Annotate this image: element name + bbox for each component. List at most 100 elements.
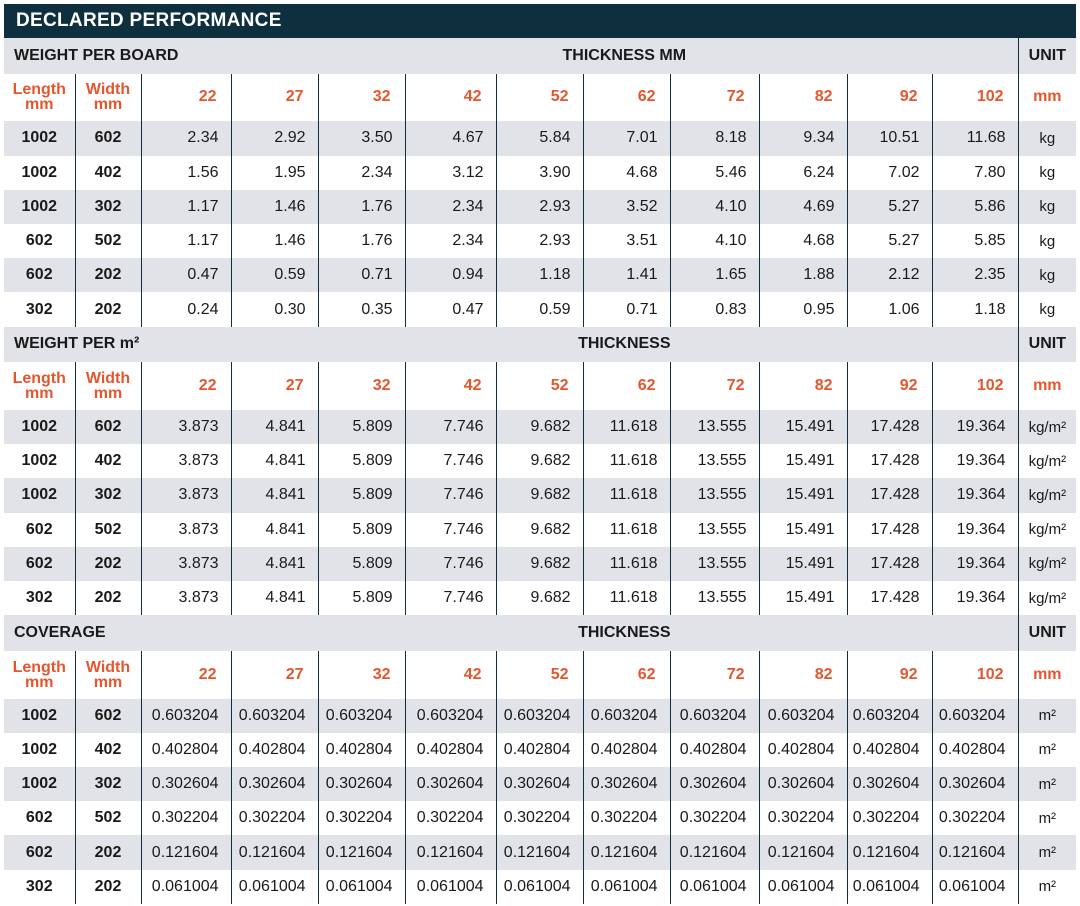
value-cell: 0.302604: [495, 766, 584, 802]
value-cell: 9.682: [495, 546, 584, 581]
value-cell: 13.555: [669, 409, 760, 445]
value-cell: 0.402804: [404, 732, 497, 767]
width-label: Width: [85, 81, 131, 99]
width-header: Width mm: [74, 362, 141, 410]
table-row: 1002 402 3.873 4.841 5.809 7.746 9.682 11.618 13…: [4, 444, 1077, 479]
width-label: Width: [85, 658, 131, 676]
unit-column-header: mm: [1017, 650, 1077, 699]
value-cell: 5.46: [669, 155, 760, 190]
length-cell: 602: [4, 835, 75, 870]
value-cell: 0.302604: [230, 766, 319, 802]
value-cell: 0.30: [230, 292, 319, 327]
dimension-header-block: Width mm: [85, 370, 131, 403]
length-cell: 1002: [4, 121, 75, 156]
value-cell: 0.402804: [230, 732, 319, 767]
thickness-header: 52: [495, 650, 584, 699]
table-row: 302 202 3.873 4.841 5.809 7.746 9.682 11.618 13.…: [4, 581, 1077, 616]
length-cell: 1002: [21, 452, 58, 470]
width-cell: 302: [74, 189, 141, 224]
value-cell: 0.061004: [140, 869, 232, 904]
value-cell: 17.428: [846, 478, 933, 513]
value-cell: 9.682: [495, 512, 584, 547]
width-cell: 302: [74, 766, 141, 802]
thickness-header: 82: [758, 362, 848, 410]
value-cell: 0.71: [582, 292, 671, 327]
unit-cell: kg: [1017, 189, 1077, 224]
dimension-unit-label: mm: [93, 385, 123, 403]
thickness-header: 32: [317, 73, 406, 122]
value-cell: 13.555: [669, 581, 760, 616]
table-row: 602 202 0.121604 0.121604 0.121604 0.121604 0.…: [4, 835, 1077, 870]
width-cell: 402: [74, 732, 141, 767]
value-cell: 0.302604: [758, 766, 848, 802]
value-cell: 0.302204: [317, 801, 406, 836]
value-cell: 0.94: [404, 258, 497, 293]
value-cell: 5.27: [846, 189, 933, 224]
thickness-header: 32: [317, 362, 406, 410]
value-cell: 11.68: [931, 121, 1019, 156]
value-cell: 3.873: [140, 581, 232, 616]
value-cell: 4.68: [758, 223, 848, 259]
dimension-unit-label: mm: [93, 673, 123, 691]
dimension-unit-label: mm: [25, 385, 54, 403]
length-label: Length: [12, 658, 66, 676]
width-label: Width: [85, 370, 131, 388]
value-cell: 2.34: [317, 155, 406, 190]
value-cell: 3.12: [404, 155, 497, 190]
value-cell: 2.92: [230, 121, 319, 156]
width-cell: 402: [74, 444, 141, 479]
value-cell: 0.47: [404, 292, 497, 327]
value-cell: 0.603204: [931, 698, 1019, 733]
value-cell: 0.061004: [404, 869, 497, 904]
value-cell: 0.603204: [582, 698, 671, 733]
value-cell: 0.603204: [758, 698, 848, 733]
value-cell: 11.618: [582, 546, 671, 581]
value-cell: 0.302204: [140, 801, 232, 836]
value-cell: 0.95: [758, 292, 848, 327]
dimension-header-block: Length mm: [13, 371, 66, 403]
length-cell: 1002: [4, 478, 75, 513]
value-cell: 0.302204: [758, 801, 848, 836]
value-cell: 17.428: [846, 546, 933, 581]
thickness-header: 22: [140, 362, 232, 410]
value-cell: 2.12: [846, 258, 933, 293]
table-row: 602 202 0.47 0.59 0.71 0.94 1.18 1.41 1.65 1.88 2.…: [4, 258, 1077, 293]
value-cell: 17.428: [846, 512, 933, 547]
length-header: Length mm: [4, 650, 75, 699]
table-row: 1002 402 0.402804 0.402804 0.402804 0.402804 0…: [4, 732, 1077, 767]
table-row: 1002 302 3.873 4.841 5.809 7.746 9.682 11.618 13…: [4, 478, 1077, 513]
value-cell: 19.364: [931, 546, 1019, 581]
value-cell: 0.83: [669, 292, 760, 327]
unit-cell: m²: [1017, 801, 1077, 836]
value-cell: 3.90: [495, 155, 584, 190]
value-cell: 0.302204: [846, 801, 933, 836]
unit-cell: m²: [1017, 835, 1077, 870]
value-cell: 0.47: [140, 258, 232, 293]
value-cell: 1.76: [317, 189, 406, 224]
performance-table: WEIGHT PER BOARD THICKNESS MM UNIT Length mm…: [4, 38, 1077, 904]
dimension-unit-label: mm: [93, 96, 123, 114]
value-cell: 0.061004: [230, 869, 319, 904]
value-cell: 0.061004: [669, 869, 760, 904]
length-cell: 302: [25, 300, 53, 318]
table-row: 1002 602 0.603204 0.603204 0.603204 0.603204 0…: [4, 698, 1077, 733]
value-cell: 0.35: [317, 292, 406, 327]
table-row: 1002 602 3.873 4.841 5.809 7.746 9.682 11.618 13…: [4, 409, 1077, 445]
unit-cell: m²: [1017, 732, 1077, 767]
thickness-header: 27: [230, 362, 319, 410]
thickness-header: 92: [846, 362, 933, 410]
value-cell: 0.121604: [495, 835, 584, 870]
value-cell: 1.46: [230, 223, 319, 259]
value-cell: 0.302604: [317, 766, 406, 802]
width-cell: 602: [74, 121, 141, 156]
value-cell: 3.873: [140, 512, 232, 547]
value-cell: 4.841: [230, 546, 319, 581]
unit-header: UNIT: [1017, 38, 1077, 74]
value-cell: 7.02: [846, 155, 933, 190]
value-cell: 0.121604: [669, 835, 760, 870]
value-cell: 4.68: [582, 155, 671, 190]
section-subheader: THICKNESS: [231, 326, 1019, 363]
value-cell: 13.555: [669, 546, 760, 581]
length-cell: 602: [25, 520, 53, 538]
value-cell: 8.18: [669, 121, 760, 156]
